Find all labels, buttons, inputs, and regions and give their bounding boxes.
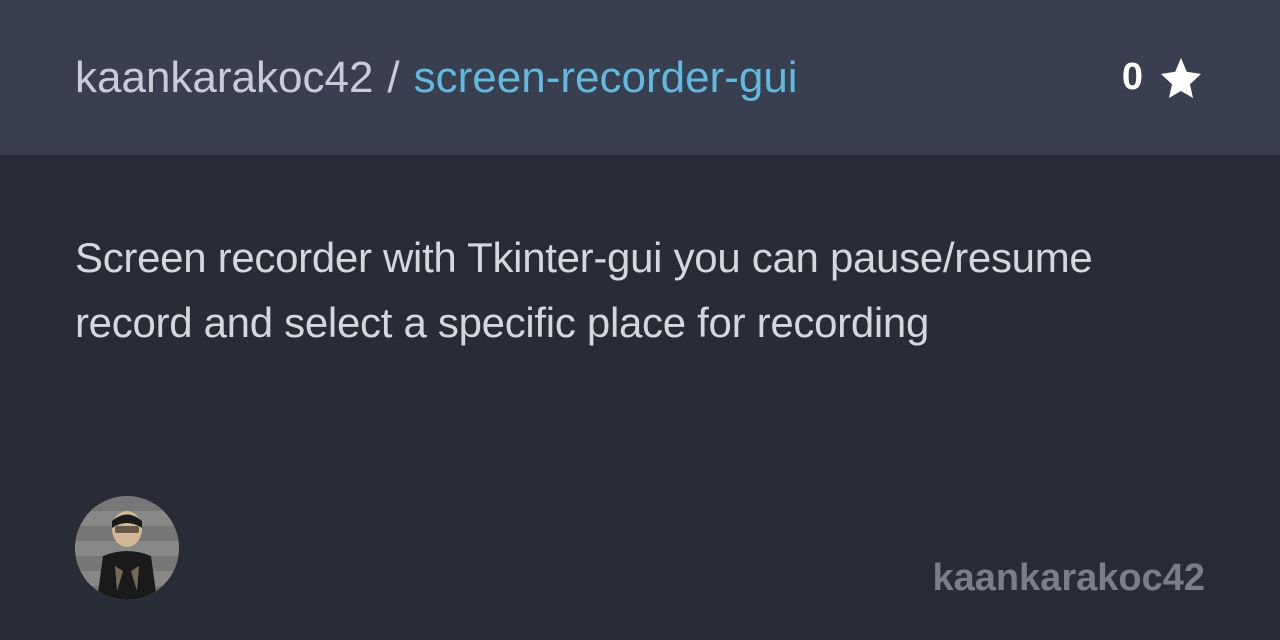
repo-link[interactable]: screen-recorder-gui	[414, 53, 798, 103]
breadcrumb: kaankarakoc42 / screen-recorder-gui	[75, 53, 798, 103]
star-section[interactable]: 0	[1122, 54, 1205, 102]
avatar[interactable]	[75, 496, 179, 600]
repo-description: Screen recorder with Tkinter-gui you can…	[75, 225, 1205, 355]
footer-username[interactable]: kaankarakoc42	[932, 557, 1205, 600]
footer: kaankarakoc42	[75, 496, 1205, 600]
owner-link[interactable]: kaankarakoc42	[75, 53, 373, 103]
repo-header: kaankarakoc42 / screen-recorder-gui 0	[0, 0, 1280, 155]
repo-content: Screen recorder with Tkinter-gui you can…	[0, 155, 1280, 355]
star-icon	[1157, 54, 1205, 102]
breadcrumb-separator: /	[387, 53, 399, 103]
star-count: 0	[1122, 56, 1143, 99]
